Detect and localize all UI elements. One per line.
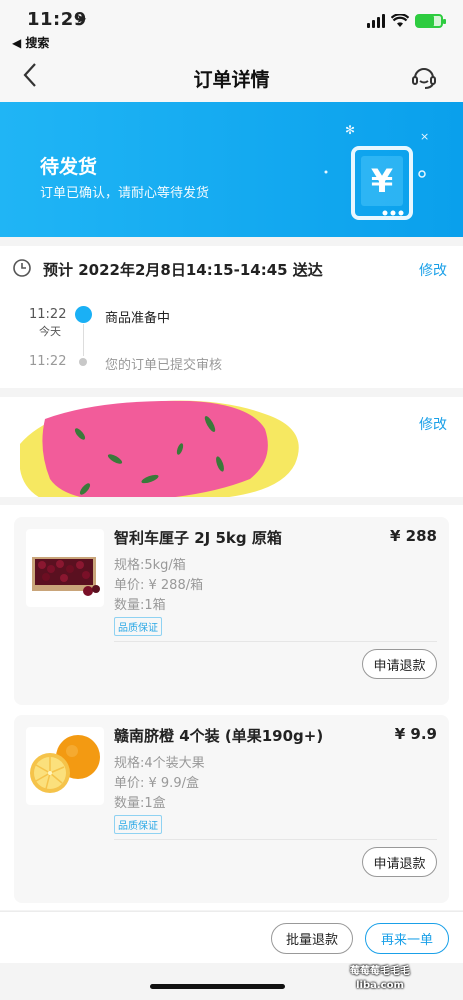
quality-guarantee-badge: 品质保证 bbox=[114, 617, 162, 636]
product-spec: 规格:4个装大果 bbox=[114, 756, 205, 771]
oranges-icon bbox=[30, 735, 100, 793]
cherries-box-icon bbox=[32, 557, 100, 596]
list-item: 智利车厘子 2J 5kg 原箱 ¥ 288 规格:5kg/箱 单价: ¥ 288… bbox=[14, 517, 449, 705]
home-indicator[interactable] bbox=[150, 984, 285, 989]
delivery-eta-text: 预计 2022年2月8日14:15-14:45 送达 bbox=[43, 261, 323, 279]
timeline-time: 11:22 bbox=[29, 354, 67, 369]
timeline-line bbox=[83, 324, 84, 356]
customer-service-icon[interactable] bbox=[411, 64, 437, 90]
wifi-icon bbox=[391, 14, 409, 27]
product-name: 智利车厘子 2J 5kg 原箱 bbox=[114, 529, 282, 547]
timeline-inactive-dot bbox=[79, 358, 87, 366]
svg-text:✻: ✻ bbox=[345, 123, 355, 137]
quality-guarantee-badge: 品质保证 bbox=[114, 815, 162, 834]
product-list: 智利车厘子 2J 5kg 原箱 ¥ 288 规格:5kg/箱 单价: ¥ 288… bbox=[0, 505, 463, 910]
timeline-time: 11:22 bbox=[29, 307, 67, 322]
modify-address-link[interactable]: 修改 bbox=[419, 414, 447, 434]
order-status-banner: 待发货 订单已确认，请耐心等待发货 ¥ ✻ × bbox=[0, 102, 463, 237]
delivery-eta-card: 预计 2022年2月8日14:15-14:45 送达 修改 11:22 今天 商… bbox=[0, 246, 463, 388]
redaction-scribble bbox=[20, 400, 299, 497]
navigation-bar: 订单详情 bbox=[0, 52, 463, 102]
batch-refund-button[interactable]: 批量退款 bbox=[271, 923, 353, 954]
order-status-title: 待发货 bbox=[40, 156, 98, 178]
clock-icon bbox=[13, 259, 31, 277]
delivery-address-card: 修改 bbox=[0, 397, 463, 497]
watermark-line: 莓莓莓毛毛毛 bbox=[350, 966, 410, 977]
timeline-day: 今天 bbox=[39, 325, 61, 338]
list-item: 赣南脐橙 4个装 (单果190g+) ¥ 9.9 规格:4个装大果 单价: ¥ … bbox=[14, 715, 449, 903]
status-bar: 11:29 ➤ ◀ 搜索 bbox=[0, 0, 463, 52]
product-quantity: 数量:1箱 bbox=[114, 598, 166, 613]
reorder-button[interactable]: 再来一单 bbox=[365, 923, 449, 954]
product-price: ¥ 9.9 bbox=[394, 725, 437, 743]
product-price: ¥ 288 bbox=[390, 527, 437, 545]
watermark-line: liba.com bbox=[356, 980, 404, 991]
product-image[interactable] bbox=[26, 727, 104, 805]
divider bbox=[114, 839, 437, 840]
receipt-yuan-icon: ¥ ✻ × bbox=[324, 123, 429, 220]
watermark: 莓莓莓毛毛毛 liba.com bbox=[344, 965, 416, 993]
back-to-app-link[interactable]: ◀ 搜索 bbox=[12, 34, 49, 51]
bottom-action-bar: 批量退款 再来一单 bbox=[0, 911, 463, 963]
svg-text:¥: ¥ bbox=[371, 162, 393, 200]
product-name: 赣南脐橙 4个装 (单果190g+) bbox=[114, 727, 324, 745]
timeline-active-dot bbox=[75, 306, 92, 323]
product-quantity: 数量:1盒 bbox=[114, 796, 166, 811]
battery-icon bbox=[415, 14, 446, 28]
refund-button[interactable]: 申请退款 bbox=[362, 847, 437, 877]
divider bbox=[114, 641, 437, 642]
timeline-status-text: 您的订单已提交审核 bbox=[105, 358, 223, 373]
cellular-signal-icon bbox=[367, 14, 385, 28]
svg-text:×: × bbox=[420, 130, 429, 143]
product-image[interactable] bbox=[26, 529, 104, 607]
order-status-subtitle: 订单已确认，请耐心等待发货 bbox=[40, 186, 210, 201]
product-unit-price: 单价: ¥ 288/箱 bbox=[114, 578, 204, 593]
modify-delivery-time-link[interactable]: 修改 bbox=[419, 260, 447, 280]
system-icons bbox=[367, 14, 446, 28]
refund-button[interactable]: 申请退款 bbox=[362, 649, 437, 679]
product-spec: 规格:5kg/箱 bbox=[114, 558, 186, 573]
page-title: 订单详情 bbox=[193, 69, 270, 91]
product-unit-price: 单价: ¥ 9.9/盒 bbox=[114, 776, 199, 791]
timeline-status-text: 商品准备中 bbox=[105, 311, 171, 326]
location-arrow-icon: ➤ bbox=[76, 12, 87, 27]
